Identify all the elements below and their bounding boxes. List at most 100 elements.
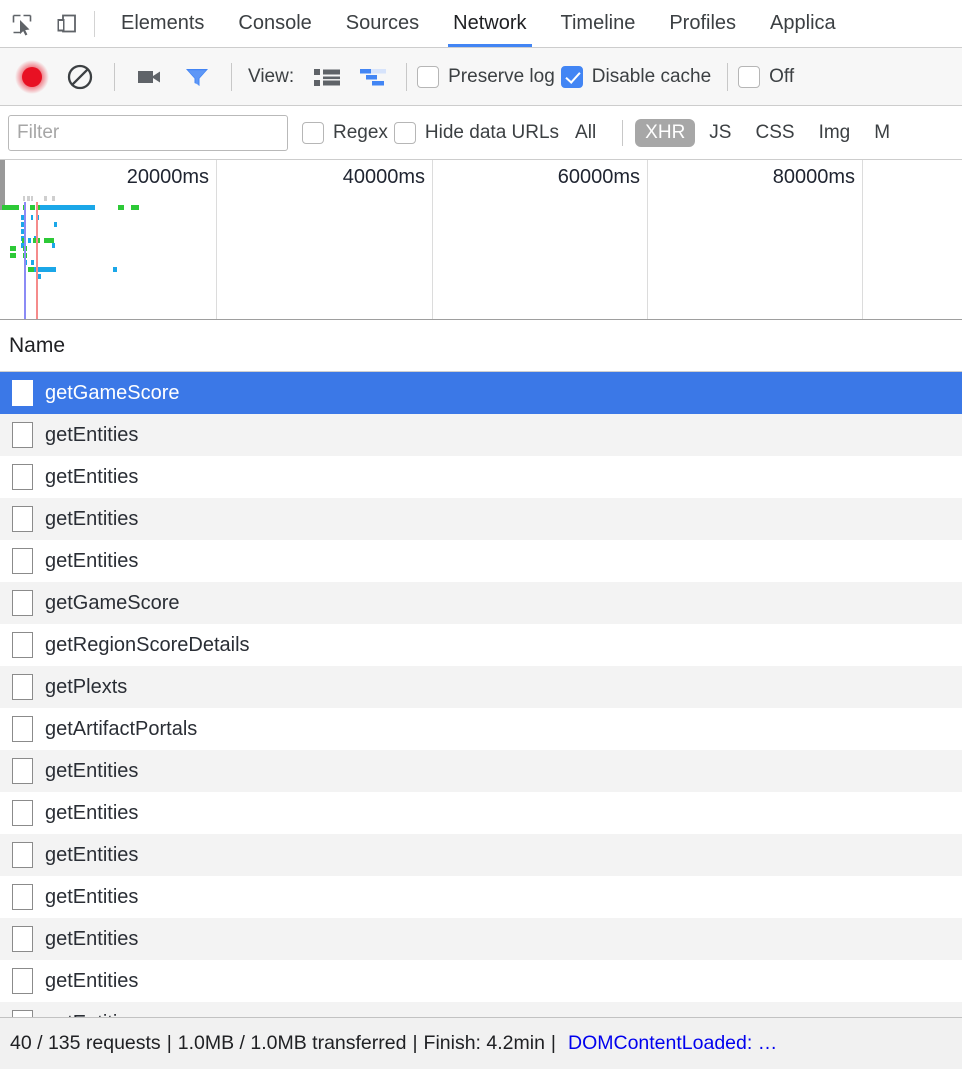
table-row[interactable]: getEntities (0, 960, 962, 1002)
column-header-name: Name (9, 333, 66, 357)
request-timeline-bar (31, 196, 33, 201)
network-status-bar: 40 / 135 requests | 1.0MB / 1.0MB transf… (0, 1017, 962, 1069)
table-row[interactable]: getEntities (0, 498, 962, 540)
request-timeline-bar (30, 205, 35, 210)
toolbar-divider (231, 62, 232, 91)
tab-sources[interactable]: Sources (329, 0, 436, 47)
table-row[interactable]: getArtifactPortals (0, 708, 962, 750)
load-event-line (36, 202, 38, 319)
checkbox-box (393, 121, 416, 144)
disable-cache-checkbox[interactable]: Disable cache (560, 65, 712, 88)
finish-time: Finish: 4.2min (423, 1032, 545, 1054)
device-toolbar-icon[interactable] (44, 1, 88, 47)
offline-checkbox[interactable]: Off (738, 65, 794, 88)
table-row[interactable]: getEntities (0, 414, 962, 456)
document-icon (12, 968, 33, 994)
type-filter-img[interactable]: Img (809, 119, 861, 147)
filter-funnel-icon[interactable] (173, 53, 221, 101)
request-timeline-bar (40, 205, 95, 210)
type-filter-xhr[interactable]: XHR (635, 118, 696, 147)
type-filter-all[interactable]: All (565, 119, 606, 147)
table-row[interactable]: getEntities (0, 540, 962, 582)
document-icon (12, 674, 33, 700)
view-label: View: (248, 65, 295, 87)
document-icon (12, 590, 33, 616)
request-timeline-bar (28, 238, 31, 243)
checkbox-box (560, 65, 583, 88)
table-row[interactable]: getPlexts (0, 666, 962, 708)
table-row[interactable]: getRegionScoreDetails (0, 624, 962, 666)
record-button[interactable] (8, 53, 56, 101)
list-view-icon[interactable] (304, 57, 350, 97)
request-name: getArtifactPortals (45, 717, 198, 740)
devtools-tab-bar: Elements Console Sources Network Timelin… (0, 0, 962, 48)
document-icon (12, 842, 33, 868)
hide-data-urls-label: Hide data URLs (424, 121, 560, 143)
request-timeline-bar (31, 260, 34, 265)
request-timeline-bar (2, 205, 19, 210)
request-timeline-bar (10, 253, 16, 258)
request-timeline-bar (27, 196, 30, 201)
tab-application[interactable]: Applica (753, 0, 853, 47)
document-icon (12, 926, 33, 952)
request-list[interactable]: getGameScore getEntities getEntities getEnt… (0, 372, 962, 1017)
regex-checkbox[interactable]: Regex (302, 121, 388, 144)
tab-profiles[interactable]: Profiles (652, 0, 753, 47)
tab-console[interactable]: Console (221, 0, 328, 47)
ruler-label: 40000ms (342, 166, 425, 188)
request-name: getGameScore (45, 591, 180, 614)
checkbox-box (302, 121, 324, 144)
clear-button[interactable] (56, 53, 104, 101)
request-timeline-bar (54, 222, 57, 227)
request-name: getEntities (45, 549, 139, 572)
hide-data-urls-checkbox[interactable]: Hide data URLs (393, 121, 560, 144)
preserve-log-checkbox[interactable]: Preserve log (417, 65, 555, 88)
status-separator: | (166, 1032, 172, 1054)
ruler-label: 80000ms (772, 166, 855, 188)
waterfall-view-icon[interactable] (350, 57, 396, 97)
document-icon (12, 632, 33, 658)
tab-label: Elements (121, 12, 205, 34)
table-row[interactable]: getGameScore (0, 582, 962, 624)
status-separator: | (412, 1032, 418, 1054)
ruler-tick (647, 160, 648, 319)
document-icon (12, 548, 33, 574)
tab-timeline[interactable]: Timeline (544, 0, 653, 47)
ruler-tick (432, 160, 433, 319)
disable-cache-label: Disable cache (591, 65, 712, 87)
overview-drag-handle[interactable] (0, 160, 5, 210)
filter-input[interactable] (8, 114, 288, 151)
document-icon (12, 1010, 33, 1017)
table-row[interactable]: getEntities (0, 834, 962, 876)
type-filter-media[interactable]: M (864, 119, 900, 147)
tab-label: Applica (770, 12, 836, 34)
type-filter-js[interactable]: JS (699, 119, 741, 147)
tab-label: Timeline (560, 12, 636, 34)
request-timeline-bar (31, 215, 33, 220)
tab-network[interactable]: Network (436, 0, 543, 47)
table-row[interactable]: getEntities (0, 1002, 962, 1017)
table-row[interactable]: getEntities (0, 750, 962, 792)
request-name: getGameScore (45, 381, 180, 404)
document-icon (12, 380, 33, 406)
request-timeline-bar (52, 243, 55, 248)
table-row[interactable]: getEntities (0, 876, 962, 918)
table-row[interactable]: getEntities (0, 456, 962, 498)
tab-label: Sources (345, 12, 420, 34)
request-name: getEntities (45, 885, 139, 908)
ruler-tick (862, 160, 863, 319)
table-row[interactable]: getEntities (0, 792, 962, 834)
request-timeline-bar (23, 196, 25, 201)
type-filter-css[interactable]: CSS (745, 119, 804, 147)
inspect-element-icon[interactable] (0, 1, 44, 47)
network-overview-timeline[interactable]: 20000ms 40000ms 60000ms 80000ms (0, 160, 962, 320)
network-filter-bar: Regex Hide data URLs All XHR JS CSS Img … (0, 106, 962, 160)
tab-elements[interactable]: Elements (104, 0, 221, 47)
request-name: getEntities (45, 927, 139, 950)
request-table-header: Name (0, 320, 962, 372)
table-row[interactable]: getEntities (0, 918, 962, 960)
request-timeline-bar (131, 205, 139, 210)
toolbar-divider (114, 62, 115, 91)
table-row[interactable]: getGameScore (0, 372, 962, 414)
capture-screenshots-icon[interactable] (125, 53, 173, 101)
